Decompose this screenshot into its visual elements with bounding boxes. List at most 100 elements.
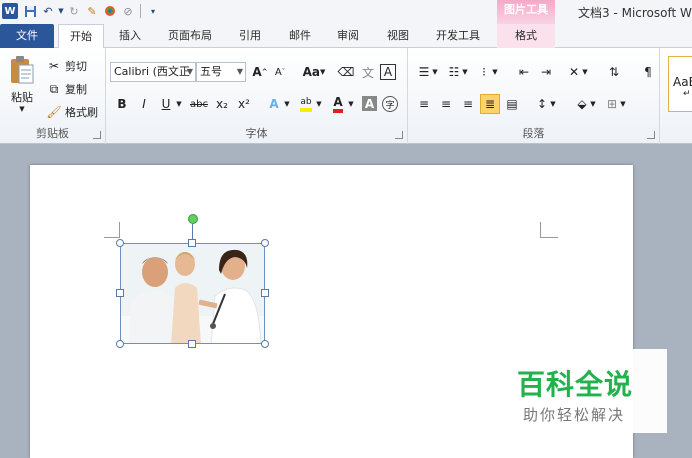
- borders-dropdown-icon[interactable]: ▼: [618, 94, 628, 114]
- grow-font-label: A: [252, 65, 262, 79]
- shrink-font-button[interactable]: Aˇ: [270, 62, 290, 82]
- clipboard-launcher-icon[interactable]: [93, 131, 101, 139]
- decrease-indent-icon[interactable]: ⇤: [514, 62, 534, 82]
- character-shading-button[interactable]: A: [362, 96, 377, 111]
- numbering-dropdown-icon[interactable]: ▼: [460, 62, 470, 82]
- paste-label: 粘贴: [11, 91, 33, 104]
- subscript-button[interactable]: x₂: [212, 94, 232, 114]
- sort-icon[interactable]: ⇅: [604, 62, 624, 82]
- italic-button[interactable]: I: [134, 94, 154, 114]
- font-size-value: 五号: [200, 65, 222, 78]
- superscript-label: x²: [238, 97, 250, 111]
- clipboard-group-label: 剪贴板: [36, 127, 69, 140]
- paragraph-group-label: 段落: [522, 127, 545, 140]
- underline-dropdown-icon[interactable]: ▼: [174, 94, 184, 114]
- tab-file[interactable]: 文件: [0, 24, 54, 48]
- tab-mailings[interactable]: 邮件: [280, 24, 320, 48]
- redo-icon[interactable]: ↻: [65, 2, 83, 20]
- align-center-icon[interactable]: ≡: [436, 94, 456, 114]
- save-icon[interactable]: [21, 2, 39, 20]
- highlight-dropdown-icon[interactable]: ▼: [314, 94, 324, 114]
- chevron-down-icon: ▼: [236, 67, 243, 76]
- phonetic-guide-button[interactable]: 文: [358, 62, 378, 82]
- font-name-combo[interactable]: Calibri (西文正 ▼: [110, 62, 196, 82]
- font-name-value: Calibri (西文正: [114, 65, 190, 78]
- strikethrough-button[interactable]: abc: [188, 94, 210, 114]
- undo-icon[interactable]: ↶: [39, 2, 57, 20]
- tab-developer[interactable]: 开发工具: [426, 24, 490, 48]
- watermark-subtitle: 助你轻松解决: [523, 406, 626, 424]
- clear-formatting-icon[interactable]: ⌫: [336, 62, 356, 82]
- resize-handle-bottom-left[interactable]: [116, 340, 124, 348]
- customize-icon[interactable]: ▾: [144, 2, 162, 20]
- distributed-icon[interactable]: ▤: [502, 94, 522, 114]
- tab-insert[interactable]: 插入: [110, 24, 150, 48]
- justify-icon[interactable]: ≣: [480, 94, 500, 114]
- paste-button[interactable]: 粘贴 ▼: [4, 54, 40, 114]
- rotate-handle[interactable]: [188, 214, 198, 224]
- family-doctor-photo: [121, 244, 264, 343]
- resize-handle-top-right[interactable]: [261, 239, 269, 247]
- chinese-layout-dropdown-icon[interactable]: ▼: [580, 62, 590, 82]
- shrink-font-label: A: [274, 66, 282, 78]
- font-color-icon[interactable]: A: [328, 94, 348, 114]
- site-watermark: 百科全说 助你轻松解决: [505, 349, 667, 433]
- resize-handle-top[interactable]: [188, 239, 196, 247]
- color-picker-qat-icon[interactable]: [101, 2, 119, 20]
- clear-format-qat-icon[interactable]: ⊘: [119, 2, 137, 20]
- increase-indent-icon[interactable]: ⇥: [536, 62, 556, 82]
- text-effects-icon[interactable]: A: [264, 94, 284, 114]
- resize-handle-top-left[interactable]: [116, 239, 124, 247]
- underline-button[interactable]: U: [156, 94, 176, 114]
- resize-handle-left[interactable]: [116, 289, 124, 297]
- tab-references[interactable]: 引用: [230, 24, 270, 48]
- align-right-icon[interactable]: ≡: [458, 94, 478, 114]
- character-border-button[interactable]: A: [380, 64, 396, 80]
- tab-page-layout[interactable]: 页面布局: [158, 24, 222, 48]
- highlight-icon[interactable]: ab: [296, 94, 316, 114]
- paintbrush-icon: 🖌: [46, 105, 62, 119]
- superscript-button[interactable]: x²: [234, 94, 254, 114]
- tab-view[interactable]: 视图: [378, 24, 418, 48]
- crop-mark-top-left: [104, 222, 120, 238]
- bold-label: B: [117, 97, 127, 111]
- shading-dropdown-icon[interactable]: ▼: [588, 94, 598, 114]
- format-painter-qat-icon[interactable]: ✎: [83, 2, 101, 20]
- text-effects-dropdown-icon[interactable]: ▼: [282, 94, 292, 114]
- bullets-dropdown-icon[interactable]: ▼: [430, 62, 440, 82]
- crop-mark-top-right: [540, 222, 558, 238]
- tab-format[interactable]: 格式: [497, 24, 555, 48]
- resize-handle-bottom-right[interactable]: [261, 340, 269, 348]
- paragraph-group: ☰ ▼ ☷ ▼ ⁝ ▼ ⇤ ⇥ ✕ ▼ ⇅ ¶ ≡ ≡ ≡ ≣ ▤ ↕ ▼ ⬙ …: [408, 48, 660, 144]
- resize-handle-bottom[interactable]: [188, 340, 196, 348]
- line-spacing-dropdown-icon[interactable]: ▼: [548, 94, 558, 114]
- font-size-combo[interactable]: 五号 ▼: [196, 62, 246, 82]
- bold-button[interactable]: B: [112, 94, 132, 114]
- paragraph-mark-icon: ↵: [683, 89, 691, 99]
- word-logo-icon: W: [2, 3, 18, 19]
- inserted-picture[interactable]: [120, 243, 265, 344]
- style-normal-preview[interactable]: AaB ↵: [668, 56, 692, 112]
- cut-button[interactable]: ✂ 剪切: [46, 56, 87, 76]
- title-bar: W ↶ ▼ ↻ ✎ ⊘ ▾ 图片工具 文档3 - Microsoft W: [0, 0, 692, 24]
- align-left-icon[interactable]: ≡: [414, 94, 434, 114]
- document-title: 文档3 - Microsoft W: [578, 6, 692, 20]
- picture-tools-header: 图片工具: [497, 0, 555, 24]
- change-case-button[interactable]: Aa ▼: [300, 62, 328, 82]
- font-color-dropdown-icon[interactable]: ▼: [346, 94, 356, 114]
- grow-font-button[interactable]: A ^: [250, 62, 270, 82]
- multilevel-dropdown-icon[interactable]: ▼: [490, 62, 500, 82]
- enclose-characters-label: 字: [385, 100, 395, 111]
- undo-dropdown-icon[interactable]: ▼: [57, 2, 65, 20]
- format-painter-button[interactable]: 🖌 格式刷: [46, 102, 98, 122]
- show-marks-icon[interactable]: ¶: [638, 62, 658, 82]
- character-border-label: A: [383, 65, 393, 79]
- paragraph-launcher-icon[interactable]: [647, 131, 655, 139]
- enclose-characters-button[interactable]: 字: [382, 96, 398, 112]
- resize-handle-right[interactable]: [261, 289, 269, 297]
- font-launcher-icon[interactable]: [395, 131, 403, 139]
- tab-home[interactable]: 开始: [58, 24, 104, 49]
- tab-review[interactable]: 审阅: [328, 24, 368, 48]
- copy-button[interactable]: ⧉ 复制: [46, 79, 87, 99]
- font-group-label: 字体: [245, 127, 268, 140]
